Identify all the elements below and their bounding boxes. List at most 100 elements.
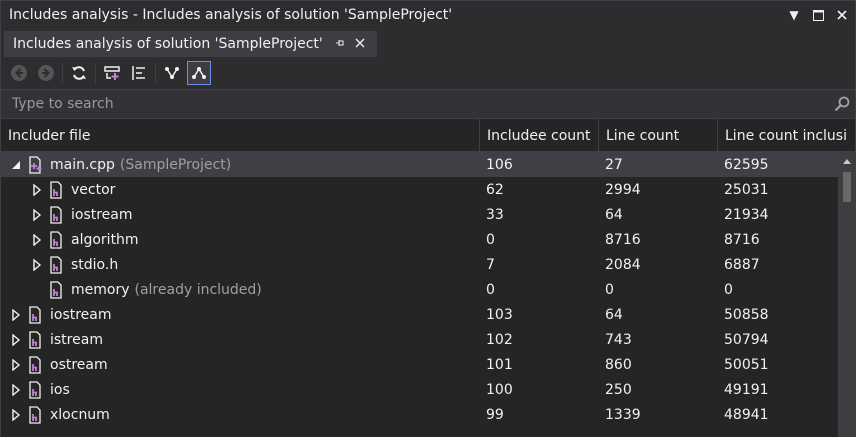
includee-count-cell: 0 [486,281,495,298]
includer-file-cell: memory (already included) [1,277,479,302]
file-name: xlocnum [50,406,110,423]
file-name: main.cpp [50,156,115,173]
collapsed-arrow-icon[interactable] [10,352,22,377]
column-header-includee-count[interactable]: Includee count [480,119,599,152]
table-row[interactable]: memory (already included) 0 0 0 [1,277,839,302]
tab-includes-analysis[interactable]: Includes analysis of solution 'SamplePro… [4,31,377,57]
line-count-cell: 743 [605,331,632,348]
pin-icon[interactable] [333,37,347,52]
line-count-cell: 1339 [605,406,641,423]
line-count-cell: 250 [605,381,632,398]
collapsed-arrow-icon[interactable] [10,402,22,427]
line-count-cell: 0 [605,281,614,298]
scroll-up-icon[interactable] [838,152,855,170]
includer-file-cell: iostream [1,202,479,227]
back-icon[interactable] [7,61,31,85]
line-count-inclusive-cell: 50051 [724,356,769,373]
table-row[interactable]: algorithm 0 8716 8716 [1,227,839,252]
file-name: iostream [71,206,133,223]
includers-view-icon[interactable] [187,61,211,85]
line-count-inclusive-cell: 8716 [724,231,760,248]
includee-count-cell: 0 [486,231,495,248]
toolbar-separator [95,63,96,83]
includes-grid: Includer file Includee count Line count … [0,119,856,437]
line-count-cell: 27 [605,156,623,173]
column-header-line-count[interactable]: Line count [599,119,718,152]
column-header-line-count-inclusive[interactable]: Line count inclusi [718,119,855,152]
show-file-icon[interactable] [100,61,124,85]
no-expander [31,277,43,302]
collapsed-arrow-icon[interactable] [31,202,43,227]
expanded-arrow-icon[interactable] [10,152,22,177]
includer-file-cell: xlocnum [1,402,479,427]
line-count-cell: 860 [605,356,632,373]
line-count-inclusive-cell: 25031 [724,181,769,198]
forward-icon[interactable] [34,61,58,85]
file-name: ios [50,381,70,398]
table-row[interactable]: iostream 103 64 50858 [1,302,839,327]
maximize-icon[interactable] [807,4,829,26]
line-count-cell: 8716 [605,231,641,248]
table-row[interactable]: stdio.h 7 2084 6887 [1,252,839,277]
header-file-icon [47,255,65,274]
header-file-icon [26,405,44,424]
includee-count-cell: 33 [486,206,504,223]
table-row[interactable]: main.cpp (SampleProject) 106 27 62595 [1,152,839,177]
cpp-file-icon [26,155,44,174]
line-count-inclusive-cell: 21934 [724,206,769,223]
line-count-inclusive-cell: 0 [724,281,733,298]
line-count-cell: 2084 [605,256,641,273]
includer-file-cell: ostream [1,352,479,377]
toolbar-separator [62,63,63,83]
search-input[interactable] [1,90,831,118]
table-row[interactable]: iostream 33 64 21934 [1,202,839,227]
tab-strip: Includes analysis of solution 'SamplePro… [0,29,856,57]
includees-view-icon[interactable] [160,61,184,85]
vertical-scrollbar[interactable] [838,152,855,437]
table-row[interactable]: vector 62 2994 25031 [1,177,839,202]
refresh-icon[interactable] [67,61,91,85]
line-count-cell: 64 [605,206,623,223]
includee-count-cell: 99 [486,406,504,423]
tab-label: Includes analysis of solution 'SamplePro… [13,36,323,52]
header-file-icon [47,180,65,199]
collapsed-arrow-icon[interactable] [10,302,22,327]
includer-file-cell: algorithm [1,227,479,252]
table-row[interactable]: ios 100 250 49191 [1,377,839,402]
line-count-inclusive-cell: 6887 [724,256,760,273]
table-row[interactable]: ostream 101 860 50051 [1,352,839,377]
collapsed-arrow-icon[interactable] [31,177,43,202]
line-count-cell: 64 [605,306,623,323]
line-count-inclusive-cell: 48941 [724,406,769,423]
tab-close-icon[interactable] [353,37,367,52]
header-file-icon [47,280,65,299]
grid-rows: main.cpp (SampleProject) 106 27 62595 ve… [1,152,839,437]
includer-file-cell: stdio.h [1,252,479,277]
grid-header: Includer file Includee count Line count … [1,119,855,152]
window-title: Includes analysis - Includes analysis of… [9,7,453,23]
header-file-icon [47,230,65,249]
includee-count-cell: 7 [486,256,495,273]
search-icon[interactable] [831,93,853,115]
collapse-all-icon[interactable] [127,61,151,85]
line-count-inclusive-cell: 62595 [724,156,769,173]
table-row[interactable]: xlocnum 99 1339 48941 [1,402,839,427]
file-name: memory [71,281,130,298]
collapsed-arrow-icon[interactable] [10,377,22,402]
includee-count-cell: 106 [486,156,513,173]
toolbar-separator [155,63,156,83]
line-count-inclusive-cell: 49191 [724,381,769,398]
header-file-icon [47,205,65,224]
collapsed-arrow-icon[interactable] [31,227,43,252]
table-row[interactable]: istream 102 743 50794 [1,327,839,352]
header-file-icon [26,355,44,374]
file-name: algorithm [71,231,139,248]
scrollbar-thumb[interactable] [843,172,851,202]
column-header-includer-file[interactable]: Includer file [1,119,480,152]
dropdown-icon[interactable]: ▼ [783,4,805,26]
file-name: stdio.h [71,256,119,273]
collapsed-arrow-icon[interactable] [31,252,43,277]
close-icon[interactable] [831,4,853,26]
line-count-cell: 2994 [605,181,641,198]
collapsed-arrow-icon[interactable] [10,327,22,352]
